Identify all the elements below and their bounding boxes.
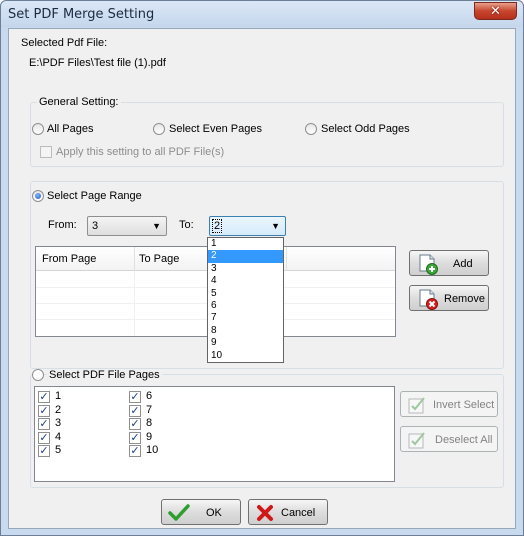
- file-pages-radio[interactable]: [32, 369, 44, 381]
- dropdown-arrow-icon: ▼: [271, 221, 280, 231]
- column-from-page[interactable]: From Page: [42, 253, 96, 265]
- add-button[interactable]: Add: [409, 250, 489, 276]
- general-setting-group: General Setting: All Pages Select Even P…: [30, 96, 504, 167]
- odd-pages-radio[interactable]: [305, 123, 317, 135]
- window-title: Set PDF Merge Setting: [8, 7, 155, 22]
- from-label: From:: [48, 219, 77, 231]
- to-label: To:: [179, 219, 194, 231]
- from-value: 3: [92, 220, 99, 232]
- apply-all-label: Apply this setting to all PDF File(s): [56, 146, 225, 158]
- selected-file-path: E:\PDF Files\Test file (1).pdf: [29, 57, 166, 69]
- close-icon: ✕: [490, 3, 501, 19]
- page-checkbox[interactable]: ✓: [129, 431, 141, 444]
- page-label: 4: [55, 430, 62, 443]
- invert-select-label: Invert Select: [433, 399, 495, 411]
- page-checkbox[interactable]: ✓: [129, 445, 141, 457]
- dropdown-option[interactable]: 7: [208, 312, 283, 324]
- general-setting-title: General Setting:: [37, 96, 121, 108]
- all-pages-label[interactable]: All Pages: [47, 123, 93, 135]
- dropdown-option[interactable]: 5: [208, 288, 283, 300]
- ok-button[interactable]: OK: [161, 499, 241, 525]
- dropdown-option[interactable]: 6: [208, 300, 283, 312]
- title-bar[interactable]: Set PDF Merge Setting ✕: [1, 1, 523, 27]
- page-checkbox[interactable]: ✓: [129, 404, 141, 417]
- page-checkbox[interactable]: ✓: [129, 391, 141, 403]
- invert-select-button[interactable]: Invert Select: [400, 391, 498, 417]
- page-checkbox[interactable]: ✓: [129, 418, 141, 430]
- page-checkbox[interactable]: ✓: [38, 404, 50, 417]
- file-pages-group: Select PDF File Pages ✓ 1 ✓ 2 ✓ 3 ✓ 4 ✓ 5 ✓ 6 ✓ 7 ✓ 8 ✓…: [30, 369, 504, 488]
- remove-button[interactable]: Remove: [409, 285, 489, 311]
- add-label: Add: [453, 258, 473, 270]
- invert-select-icon: [408, 397, 425, 414]
- page-label: 2: [55, 403, 62, 416]
- page-range-label[interactable]: Select Page Range: [47, 190, 142, 202]
- page-label: 1: [55, 390, 62, 402]
- remove-icon: [419, 289, 438, 310]
- page-label: 5: [55, 444, 62, 456]
- dialog-window: Set PDF Merge Setting ✕ Selected Pdf Fil…: [0, 0, 524, 536]
- even-pages-label[interactable]: Select Even Pages: [169, 123, 262, 135]
- page-checkbox[interactable]: ✓: [38, 431, 50, 444]
- all-pages-radio[interactable]: [32, 123, 44, 135]
- selected-file-label: Selected Pdf File:: [21, 37, 108, 49]
- page-checkbox[interactable]: ✓: [38, 445, 50, 457]
- page-label: 9: [146, 430, 153, 443]
- dropdown-option[interactable]: 3: [208, 263, 283, 275]
- deselect-all-button[interactable]: Deselect All: [400, 426, 498, 452]
- file-pages-label[interactable]: Select PDF File Pages: [47, 369, 162, 381]
- dropdown-option[interactable]: 4: [208, 275, 283, 287]
- remove-label: Remove: [444, 293, 485, 305]
- to-dropdown-list[interactable]: 1 2 3 4 5 6 7 8 9 10: [207, 237, 284, 363]
- from-dropdown[interactable]: 3 ▼: [87, 216, 167, 236]
- page-range-radio[interactable]: [32, 190, 44, 202]
- page-label: 10: [146, 444, 159, 456]
- add-icon: [419, 254, 438, 275]
- apply-all-checkbox[interactable]: [40, 146, 52, 158]
- file-pages-list[interactable]: ✓ 1 ✓ 2 ✓ 3 ✓ 4 ✓ 5 ✓ 6 ✓ 7 ✓ 8 ✓ 9 ✓ 10: [34, 386, 395, 482]
- cancel-button[interactable]: Cancel: [248, 499, 328, 525]
- dropdown-option[interactable]: 1: [208, 238, 283, 250]
- to-value: 2: [214, 220, 221, 232]
- ok-label: OK: [206, 507, 222, 519]
- page-label: 7: [146, 403, 153, 416]
- odd-pages-label[interactable]: Select Odd Pages: [321, 123, 410, 135]
- dropdown-option[interactable]: 8: [208, 325, 283, 337]
- page-checkbox[interactable]: ✓: [38, 391, 50, 403]
- cancel-label: Cancel: [281, 507, 316, 519]
- close-button[interactable]: ✕: [474, 2, 517, 20]
- dropdown-option[interactable]: 9: [208, 337, 283, 349]
- check-icon: [168, 504, 190, 521]
- cancel-icon: [257, 505, 273, 521]
- deselect-icon: [408, 432, 425, 449]
- dialog-body: Selected Pdf File: E:\PDF Files\Test fil…: [8, 28, 516, 529]
- even-pages-radio[interactable]: [153, 123, 165, 135]
- dropdown-arrow-icon: ▼: [152, 221, 161, 231]
- page-checkbox[interactable]: ✓: [38, 418, 50, 430]
- page-label: 8: [146, 417, 153, 429]
- page-label: 6: [146, 390, 153, 402]
- deselect-all-label: Deselect All: [435, 434, 493, 446]
- column-to-page[interactable]: To Page: [139, 253, 179, 265]
- page-label: 3: [55, 417, 62, 429]
- to-dropdown[interactable]: 2 ▼: [209, 216, 286, 236]
- dropdown-option[interactable]: 10: [208, 350, 283, 362]
- dropdown-option[interactable]: 2: [208, 250, 283, 263]
